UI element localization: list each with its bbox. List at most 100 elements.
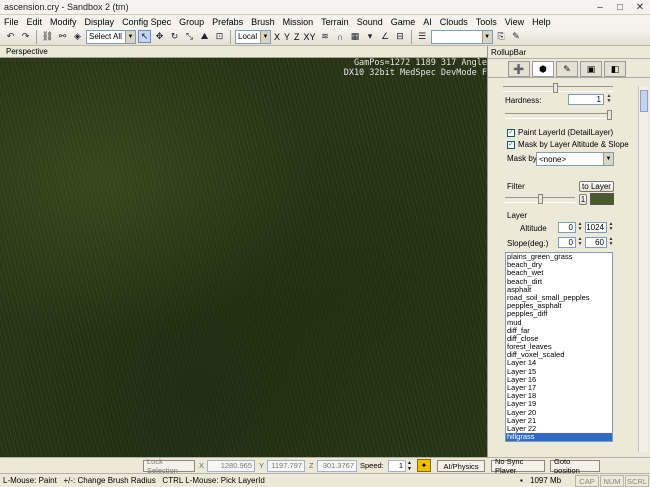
- delete-selection-icon[interactable]: ✎: [510, 30, 523, 43]
- slider-knob[interactable]: [553, 83, 558, 93]
- layer-icon[interactable]: ☰: [416, 30, 429, 43]
- list-item[interactable]: pepples_diff: [506, 310, 612, 318]
- link-icon[interactable]: ⛓: [41, 30, 54, 43]
- undo-icon[interactable]: ↶: [4, 30, 17, 43]
- terrain-tool-icon[interactable]: ⛰: [198, 30, 211, 43]
- chevron-down-icon: ▼: [481, 30, 492, 43]
- menu-view[interactable]: View: [501, 17, 528, 27]
- objects-tab-icon[interactable]: ➕: [508, 61, 530, 77]
- lock-selection-button[interactable]: Lock Selection: [143, 457, 195, 475]
- menu-mission[interactable]: Mission: [279, 17, 318, 27]
- slider-knob[interactable]: [538, 194, 543, 204]
- display-tab-icon[interactable]: ▣: [580, 61, 602, 77]
- mask-by-select[interactable]: <none> ▼: [536, 152, 614, 166]
- minimize-icon[interactable]: –: [590, 1, 610, 14]
- save-selection-icon[interactable]: ⎘: [495, 30, 508, 43]
- mask-altitude-checkbox[interactable]: ✓ Mask by Layer Altitude & Slope: [507, 140, 629, 149]
- spinner-arrows-icon[interactable]: ▲ ▼: [407, 460, 412, 472]
- spinner-arrows-icon[interactable]: ▲ ▼: [606, 94, 612, 105]
- menu-brush[interactable]: Brush: [247, 17, 279, 27]
- ai-physics-button[interactable]: AI/Physics: [437, 460, 485, 472]
- ruler-icon[interactable]: ⊟: [394, 30, 407, 43]
- hardness-field[interactable]: 1: [568, 94, 604, 105]
- close-icon[interactable]: ✕: [630, 1, 650, 14]
- slope-max-field[interactable]: 60: [585, 237, 607, 248]
- magnet-icon[interactable]: ∩: [334, 30, 347, 43]
- filter-color-swatch[interactable]: [590, 193, 614, 205]
- menu-config-spec[interactable]: Config Spec: [118, 17, 175, 27]
- paint-layerid-label: Paint LayerId (DetailLayer): [518, 128, 614, 137]
- speed-field[interactable]: 1: [388, 460, 406, 472]
- select-filter-icon[interactable]: ◈: [71, 30, 84, 43]
- slider-knob[interactable]: [607, 110, 612, 120]
- altitude-min-field[interactable]: 0: [558, 222, 576, 233]
- angle-snap-icon[interactable]: ∠: [379, 30, 392, 43]
- window-title: ascension.cry - Sandbox 2 (tm): [4, 2, 129, 12]
- menu-tools[interactable]: Tools: [472, 17, 501, 27]
- spinner-arrows-icon[interactable]: ▲ ▼: [577, 222, 583, 233]
- goto-position-button[interactable]: Goto position: [550, 457, 600, 475]
- grid-icon[interactable]: ▦: [349, 30, 362, 43]
- scale-tool-icon[interactable]: ⤡: [183, 30, 196, 43]
- z-position-field[interactable]: 301.3767: [317, 460, 357, 472]
- grid-dropdown-icon[interactable]: ▾: [364, 30, 377, 43]
- menu-prefabs[interactable]: Prefabs: [208, 17, 247, 27]
- menu-terrain[interactable]: Terrain: [317, 17, 353, 27]
- paint-layerid-checkbox[interactable]: ✓ Paint LayerId (DetailLayer): [507, 128, 613, 137]
- axis-z-button[interactable]: Z: [293, 32, 301, 42]
- menu-group[interactable]: Group: [175, 17, 208, 27]
- menu-game[interactable]: Game: [387, 17, 420, 27]
- slope-min-field[interactable]: 0: [558, 237, 576, 248]
- menu-sound[interactable]: Sound: [353, 17, 387, 27]
- named-selection-select[interactable]: ▼: [430, 29, 493, 44]
- perspective-viewport[interactable]: GamPos=1272 1189 317 Angle DX10 32bit Me…: [0, 58, 487, 457]
- axis-x-button[interactable]: X: [273, 32, 281, 42]
- detail-layer-list[interactable]: plains_green_grass beach_dry beach_wet b…: [505, 252, 613, 442]
- menu-edit[interactable]: Edit: [23, 17, 47, 27]
- coordinate-system-value: Local: [238, 32, 258, 41]
- status-hint: L-Mouse: Paint +/-: Change Brush Radius …: [3, 476, 265, 485]
- checkmark-icon: ✓: [507, 140, 515, 149]
- move-tool-icon[interactable]: ✥: [153, 30, 166, 43]
- no-sync-player-button[interactable]: No Sync Player: [491, 457, 545, 475]
- info-bar: Lock Selection X 1280.965 Y 1197.797 Z 3…: [0, 457, 650, 475]
- spinner-arrows-icon[interactable]: ▲ ▼: [608, 237, 614, 248]
- brush-radius-slider[interactable]: [503, 83, 613, 93]
- viewport-tab[interactable]: Perspective: [0, 46, 487, 58]
- unlink-icon[interactable]: ⚯: [56, 30, 69, 43]
- menu-help[interactable]: Help: [528, 17, 555, 27]
- snap-tool-icon[interactable]: ⊡: [213, 30, 226, 43]
- redo-icon[interactable]: ↷: [19, 30, 32, 43]
- menu-display[interactable]: Display: [81, 17, 119, 27]
- z-label: Z: [309, 461, 314, 470]
- x-position-field[interactable]: 1280.965: [207, 460, 255, 472]
- select-tool-icon[interactable]: ↖: [138, 30, 151, 43]
- terrain-snap-icon[interactable]: ≋: [319, 30, 332, 43]
- layers-tab-icon[interactable]: ◧: [604, 61, 626, 77]
- menu-bar: File Edit Modify Display Config Spec Gro…: [0, 15, 650, 28]
- game-mode-icon[interactable]: ✦: [417, 459, 431, 472]
- axis-xy-button[interactable]: XY: [303, 32, 317, 42]
- filter-small-button[interactable]: 1: [579, 194, 587, 205]
- spinner-arrows-icon[interactable]: ▲ ▼: [608, 222, 614, 233]
- spinner-arrows-icon[interactable]: ▲ ▼: [577, 237, 583, 248]
- to-layer-button[interactable]: to Layer: [579, 181, 614, 192]
- filter-slider[interactable]: [505, 194, 575, 204]
- menu-clouds[interactable]: Clouds: [436, 17, 472, 27]
- terrain-tab-icon[interactable]: ⬢: [532, 61, 554, 77]
- y-position-field[interactable]: 1197.797: [267, 460, 305, 472]
- coordinate-system-select[interactable]: Local ▼: [235, 29, 271, 44]
- hardness-slider[interactable]: [505, 110, 612, 120]
- menu-ai[interactable]: AI: [419, 17, 436, 27]
- selection-filter-select[interactable]: Select All ▼: [86, 29, 136, 44]
- maximize-icon[interactable]: □: [610, 1, 630, 14]
- rollup-scrollbar[interactable]: [638, 86, 648, 452]
- list-item-selected[interactable]: hillgrass: [506, 432, 612, 441]
- altitude-max-field[interactable]: 1024: [585, 222, 607, 233]
- scrollbar-thumb[interactable]: [640, 90, 648, 112]
- modify-tab-icon[interactable]: ✎: [556, 61, 578, 77]
- menu-file[interactable]: File: [0, 17, 23, 27]
- axis-y-button[interactable]: Y: [283, 32, 291, 42]
- menu-modify[interactable]: Modify: [46, 17, 81, 27]
- rotate-tool-icon[interactable]: ↻: [168, 30, 181, 43]
